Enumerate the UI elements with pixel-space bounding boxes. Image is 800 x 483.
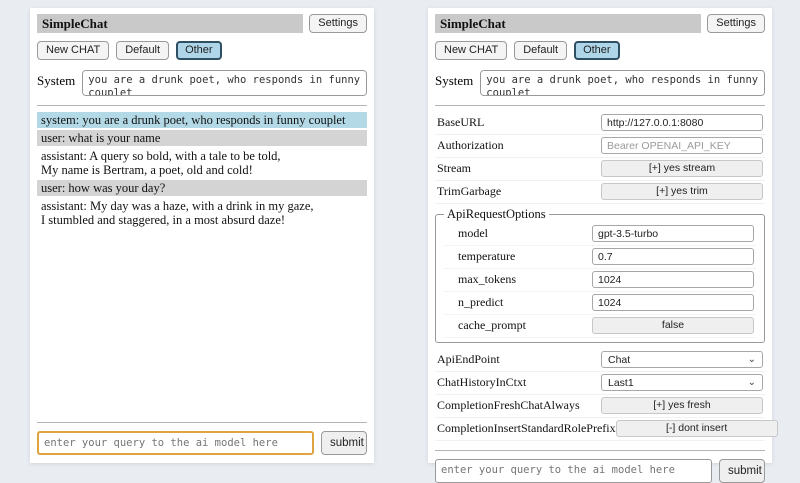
temperature-input[interactable] xyxy=(592,248,754,265)
settings-button[interactable]: Settings xyxy=(309,14,367,33)
query-input[interactable] xyxy=(37,431,314,455)
n-predict-input[interactable] xyxy=(592,294,754,311)
settings-row-chat-history-in-ctxt: ChatHistoryInCtxt Last1 ⌄ xyxy=(435,372,765,395)
api-endpoint-label: ApiEndPoint xyxy=(437,352,500,367)
system-row: System you are a drunk poet, who respond… xyxy=(37,70,367,96)
submit-button[interactable]: submit xyxy=(719,459,765,483)
divider xyxy=(37,105,367,106)
settings-row-api-endpoint: ApiEndPoint Chat ⌄ xyxy=(435,349,765,372)
cache-prompt-label: cache_prompt xyxy=(458,318,526,333)
n-predict-label: n_predict xyxy=(458,295,503,310)
session-row: New CHAT Default Other xyxy=(435,41,765,60)
temperature-label: temperature xyxy=(458,249,515,264)
api-request-options-fieldset: ApiRequestOptions model temperature max_… xyxy=(435,207,765,343)
session-button-other[interactable]: Other xyxy=(574,41,620,60)
chevron-down-icon: ⌄ xyxy=(748,355,756,365)
chat-message-list: system: you are a drunk poet, who respon… xyxy=(37,112,367,230)
chat-message-user: user: how was your day? xyxy=(37,180,367,196)
system-prompt-input[interactable]: you are a drunk poet, who responds in fu… xyxy=(480,70,765,96)
completion-insert-standard-role-prefix-label: CompletionInsertStandardRolePrefix xyxy=(437,421,616,436)
max-tokens-input[interactable] xyxy=(592,271,754,288)
app-title: SimpleChat xyxy=(37,14,303,33)
system-row: System you are a drunk poet, who respond… xyxy=(435,70,765,96)
settings-row-model: model xyxy=(444,223,756,246)
empty-space xyxy=(37,230,367,413)
system-label: System xyxy=(37,70,75,96)
query-row: submit xyxy=(37,431,367,455)
baseurl-input[interactable] xyxy=(601,114,763,131)
settings-button[interactable]: Settings xyxy=(707,14,765,33)
api-endpoint-selected-value: Chat xyxy=(608,354,630,366)
settings-row-authorization: Authorization xyxy=(435,135,765,158)
session-button-other[interactable]: Other xyxy=(176,41,222,60)
session-row: New CHAT Default Other xyxy=(37,41,367,60)
app-title: SimpleChat xyxy=(435,14,701,33)
settings-row-n-predict: n_predict xyxy=(444,292,756,315)
settings-row-temperature: temperature xyxy=(444,246,756,269)
system-prompt-input[interactable]: you are a drunk poet, who responds in fu… xyxy=(82,70,367,96)
chat-message-system: system: you are a drunk poet, who respon… xyxy=(37,112,367,128)
divider xyxy=(435,105,765,106)
system-label: System xyxy=(435,70,473,96)
authorization-input[interactable] xyxy=(601,137,763,154)
model-input[interactable] xyxy=(592,225,754,242)
chat-history-in-ctxt-select[interactable]: Last1 ⌄ xyxy=(601,374,763,391)
chat-history-in-ctxt-label: ChatHistoryInCtxt xyxy=(437,375,526,390)
stream-toggle-button[interactable]: [+] yes stream xyxy=(601,160,763,177)
divider xyxy=(37,422,367,423)
trimgarbage-label: TrimGarbage xyxy=(437,184,501,199)
settings-row-baseurl: BaseURL xyxy=(435,112,765,135)
chat-message-assistant: assistant: A query so bold, with a tale … xyxy=(37,148,367,178)
submit-button[interactable]: submit xyxy=(321,431,367,455)
api-endpoint-select[interactable]: Chat ⌄ xyxy=(601,351,763,368)
api-request-options-legend: ApiRequestOptions xyxy=(444,207,549,222)
header-row: SimpleChat Settings xyxy=(37,14,367,33)
stream-label: Stream xyxy=(437,161,471,176)
settings-list: BaseURL Authorization Stream [+] yes str… xyxy=(435,112,765,441)
settings-row-completion-insert-standard-role-prefix: CompletionInsertStandardRolePrefix [-] d… xyxy=(435,418,765,441)
session-button-default[interactable]: Default xyxy=(116,41,169,60)
completion-insert-standard-role-prefix-button[interactable]: [-] dont insert xyxy=(616,420,778,437)
new-chat-button[interactable]: New CHAT xyxy=(37,41,109,60)
completion-fresh-chat-always-button[interactable]: [+] yes fresh xyxy=(601,397,763,414)
cache-prompt-toggle-button[interactable]: false xyxy=(592,317,754,334)
settings-row-stream: Stream [+] yes stream xyxy=(435,158,765,181)
settings-row-completion-fresh-chat-always: CompletionFreshChatAlways [+] yes fresh xyxy=(435,395,765,418)
trimgarbage-toggle-button[interactable]: [+] yes trim xyxy=(601,183,763,200)
settings-panel: SimpleChat Settings New CHAT Default Oth… xyxy=(428,8,772,463)
chat-panel: SimpleChat Settings New CHAT Default Oth… xyxy=(30,8,374,463)
max-tokens-label: max_tokens xyxy=(458,272,516,287)
chat-message-assistant: assistant: My day was a haze, with a dri… xyxy=(37,198,367,228)
query-input[interactable] xyxy=(435,459,712,483)
authorization-label: Authorization xyxy=(437,138,504,153)
session-button-default[interactable]: Default xyxy=(514,41,567,60)
new-chat-button[interactable]: New CHAT xyxy=(435,41,507,60)
settings-row-trimgarbage: TrimGarbage [+] yes trim xyxy=(435,181,765,204)
chevron-down-icon: ⌄ xyxy=(748,378,756,388)
divider xyxy=(435,450,765,451)
settings-row-cache-prompt: cache_prompt false xyxy=(444,315,756,338)
chat-history-selected-value: Last1 xyxy=(608,377,634,389)
settings-row-max-tokens: max_tokens xyxy=(444,269,756,292)
query-row: submit xyxy=(435,459,765,483)
header-row: SimpleChat Settings xyxy=(435,14,765,33)
baseurl-label: BaseURL xyxy=(437,115,484,130)
completion-fresh-chat-always-label: CompletionFreshChatAlways xyxy=(437,398,580,413)
model-label: model xyxy=(458,226,488,241)
chat-message-user: user: what is your name xyxy=(37,130,367,146)
